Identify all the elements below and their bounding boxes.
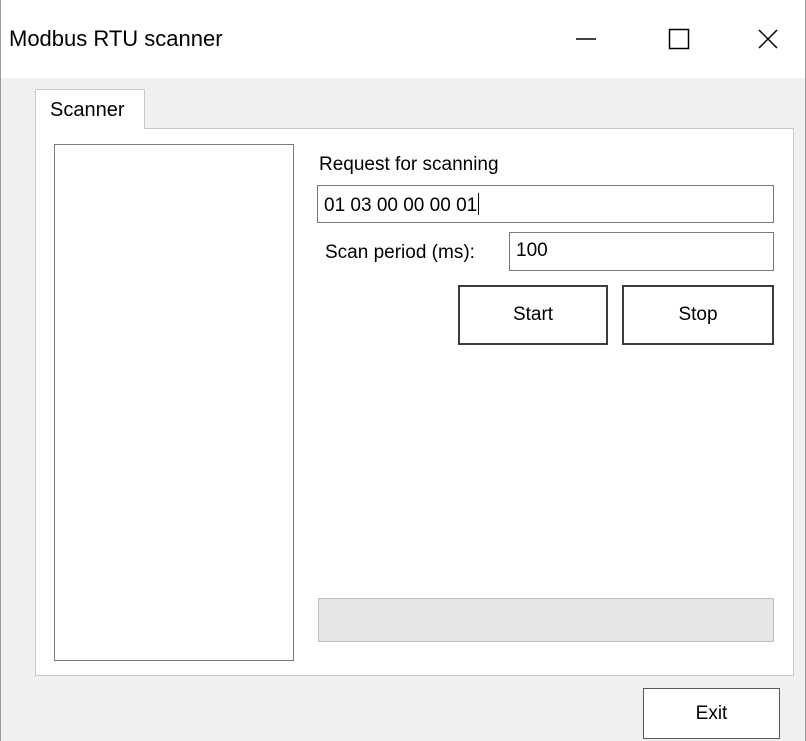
scan-period-label: Scan period (ms): <box>325 242 475 263</box>
text-caret <box>478 193 480 215</box>
request-label: Request for scanning <box>319 154 499 175</box>
maximize-button[interactable] <box>634 0 724 78</box>
tab-scanner-label: Scanner <box>50 99 125 121</box>
title-bar[interactable]: Modbus RTU scanner <box>1 0 805 78</box>
exit-button[interactable]: Exit <box>643 688 780 739</box>
request-input[interactable]: 01 03 00 00 00 01 <box>317 185 774 223</box>
maximize-icon <box>668 28 690 50</box>
minimize-icon <box>576 38 596 40</box>
window-title: Modbus RTU scanner <box>9 26 223 51</box>
scan-progress-bar <box>318 598 774 642</box>
close-button[interactable] <box>723 0 806 78</box>
request-value-text: 01 03 00 00 00 01 <box>324 195 478 216</box>
stop-button[interactable]: Stop <box>622 285 774 345</box>
tab-scanner[interactable]: Scanner <box>35 89 145 129</box>
start-button[interactable]: Start <box>458 285 608 345</box>
minimize-button[interactable] <box>541 0 631 78</box>
scan-period-input[interactable]: 100 <box>509 232 774 271</box>
scan-period-value: 100 <box>516 240 548 261</box>
close-icon <box>758 29 778 49</box>
main-window: Modbus RTU scanner Scanner Request for s… <box>0 0 806 741</box>
device-list[interactable] <box>54 144 294 661</box>
request-value: 01 03 00 00 00 01 <box>324 193 480 217</box>
